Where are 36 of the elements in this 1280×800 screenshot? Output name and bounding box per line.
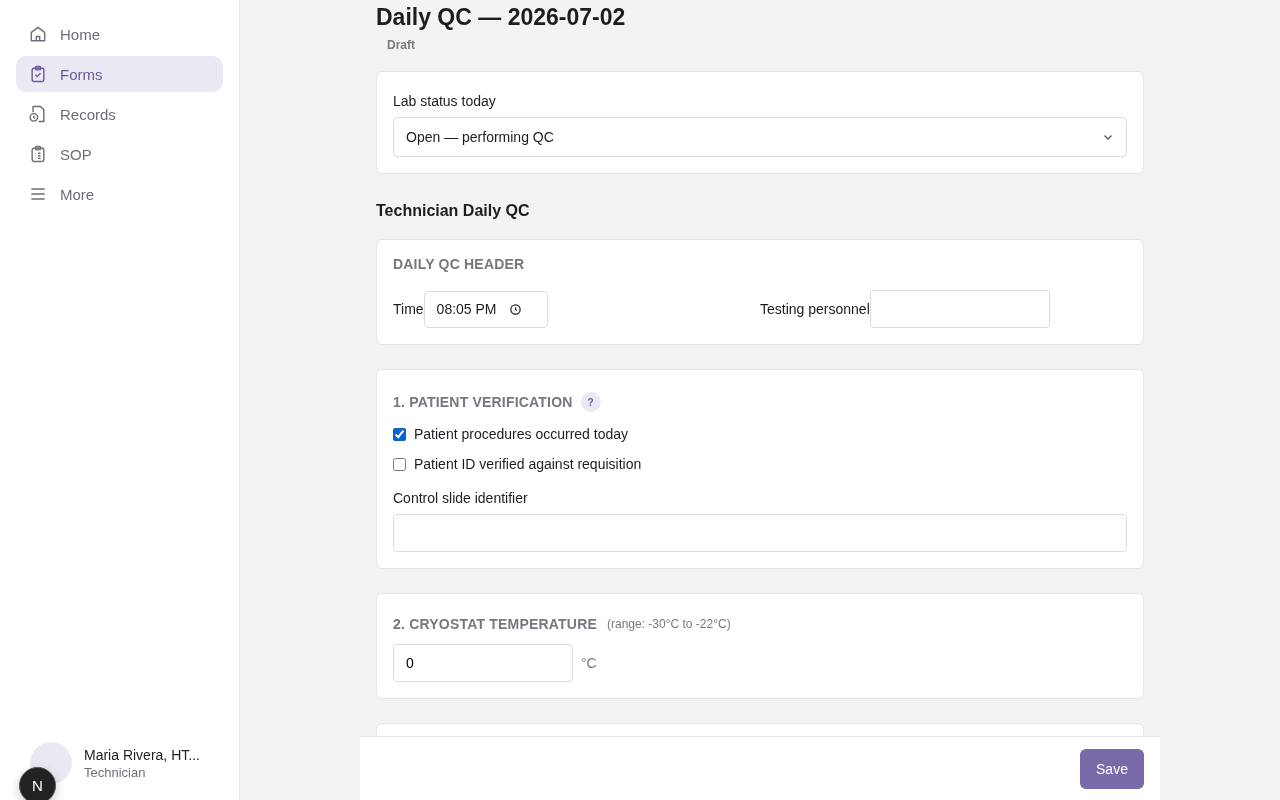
input-field[interactable]: [869, 290, 1050, 328]
checkbox-label: Patient ID verified against requisition: [414, 456, 642, 472]
card-title: 2. CRYOSTAT TEMPERATURE: [393, 616, 597, 632]
page-title: Daily QC — 2026-07-02: [376, 4, 627, 31]
field-label: Testing personnel: [760, 301, 870, 317]
dev-tools-button[interactable]: N: [19, 767, 56, 800]
save-button[interactable]: Save: [1080, 748, 1144, 789]
status-dropdown[interactable]: Open — performing QC: [393, 117, 1127, 157]
range-hint: (range: -30°C to -22°C): [607, 617, 731, 631]
field-label: Control slide identifier: [393, 490, 529, 506]
sidebar-item[interactable]: Records: [16, 96, 223, 132]
checkbox[interactable]: [393, 457, 406, 471]
field-label: Time: [393, 301, 424, 317]
sidebar-item[interactable]: Forms: [16, 56, 223, 92]
sidebar-item[interactable]: Home: [16, 16, 223, 52]
time-field[interactable]: 08:05 PM: [423, 290, 548, 328]
checkbox-label: Patient procedures occurred today: [414, 426, 628, 442]
sidebar-item[interactable]: SOP: [16, 136, 223, 172]
section-title: Technician Daily QC: [376, 202, 531, 220]
field-label: Lab status today: [393, 93, 497, 109]
clock-icon: [508, 302, 522, 316]
home-icon: [28, 24, 48, 44]
clipboard-check-icon: [28, 64, 48, 84]
user-name: Maria Rivera, HT...: [84, 746, 200, 763]
card-title: DAILY QC HEADER: [393, 256, 526, 272]
document-clock-icon: [28, 104, 48, 124]
temperature-field[interactable]: 0: [393, 644, 573, 682]
sidebar-item[interactable]: More: [16, 176, 223, 212]
help-button[interactable]: ?: [580, 392, 601, 412]
card-title: 1. PATIENT VERIFICATION: [393, 394, 573, 410]
clipboard-list-icon: [28, 144, 48, 164]
checkbox[interactable]: [393, 427, 406, 441]
input-field[interactable]: [393, 514, 1127, 552]
user-role: Technician: [84, 764, 147, 780]
status-label: Draft: [387, 38, 415, 52]
unit-label: °C: [581, 655, 597, 671]
